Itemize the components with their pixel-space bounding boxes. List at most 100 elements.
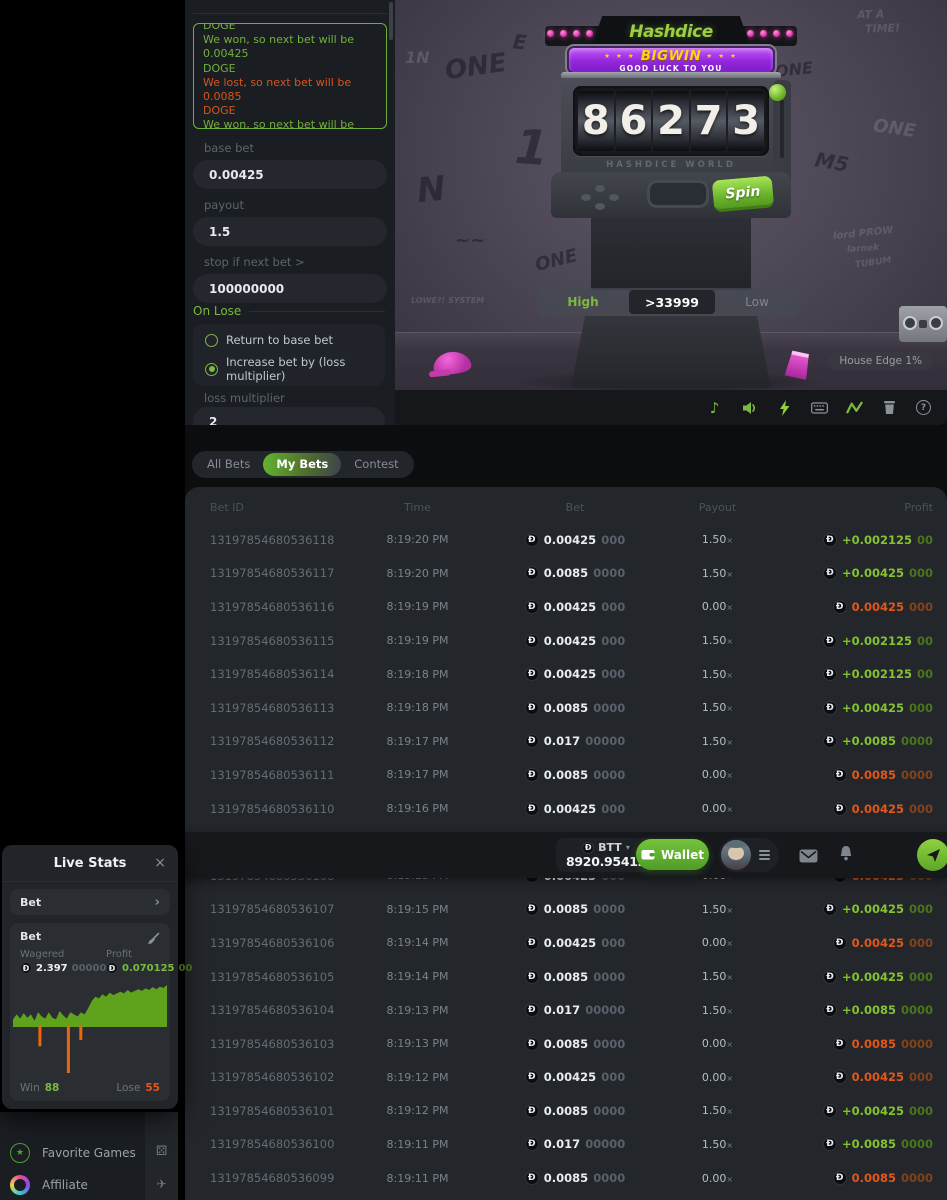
- table-row[interactable]: 13197854680536110 8:19:16 PM Ð0.00425000…: [185, 792, 947, 826]
- help-icon[interactable]: ?: [916, 400, 931, 415]
- high-button[interactable]: High: [537, 288, 629, 316]
- stats-mode-selector[interactable]: Bet ›: [10, 889, 170, 915]
- loss-multiplier-input[interactable]: 2: [193, 407, 385, 425]
- bet-id: 13197854680536101: [185, 1104, 355, 1118]
- table-row[interactable]: 13197854680536102 8:19:12 PM Ð0.00425000…: [185, 1061, 947, 1095]
- tab[interactable]: Contest: [341, 453, 411, 476]
- bet-profit: Ð+0.00425000: [765, 902, 947, 916]
- bet-id: 13197854680536111: [185, 768, 355, 782]
- graffiti-text: larnek: [847, 243, 880, 255]
- profile-block[interactable]: [719, 838, 779, 872]
- doge-coin-icon: Ð: [106, 962, 118, 974]
- bet-profit: Ð0.00850000: [765, 768, 947, 782]
- tab[interactable]: My Bets: [263, 453, 341, 476]
- bet-payout: 1.50×: [670, 668, 765, 681]
- doge-coin-icon: Ð: [525, 1003, 539, 1017]
- bet-controls-panel: DOGEWe won, so next bet will be 0.00425D…: [185, 0, 395, 425]
- bet-profit: Ð+0.00212500: [765, 533, 947, 547]
- table-row[interactable]: 13197854680536116 8:19:19 PM Ð0.00425000…: [185, 590, 947, 624]
- text-input[interactable]: 0.00425: [193, 160, 387, 189]
- table-row[interactable]: 13197854680536100 8:19:11 PM Ð0.01700000…: [185, 1128, 947, 1162]
- sound-icon[interactable]: [741, 399, 758, 416]
- keypad-dot: [609, 194, 619, 201]
- bet-payout: 1.50×: [670, 634, 765, 647]
- plane-icon[interactable]: ✈: [156, 1177, 166, 1191]
- low-button[interactable]: Low: [715, 288, 799, 316]
- spin-button[interactable]: Spin: [712, 175, 775, 212]
- table-row[interactable]: 13197854680536099 8:19:11 PM Ð0.00850000…: [185, 1161, 947, 1195]
- table-row[interactable]: 13197854680536107 8:19:15 PM Ð0.00850000…: [185, 893, 947, 927]
- trends-icon[interactable]: [846, 399, 863, 416]
- table-row[interactable]: 13197854680536117 8:19:20 PM Ð0.00850000…: [185, 557, 947, 591]
- tab[interactable]: All Bets: [194, 453, 263, 476]
- mail-icon[interactable]: [799, 848, 818, 867]
- boombox-deck: [919, 320, 927, 328]
- sidebar-item-affiliate[interactable]: Affiliate: [10, 1172, 88, 1198]
- bigwin-banner: ★ ★ ★ BIGWIN ★ ★ ★ GOOD LUCK TO YOU: [567, 46, 775, 74]
- keyboard-icon[interactable]: [811, 399, 828, 416]
- radio-option[interactable]: Increase bet by (loss multiplier): [205, 355, 373, 383]
- radio-option[interactable]: Return to base bet: [205, 333, 373, 347]
- scrollbar[interactable]: [389, 2, 393, 40]
- machine-pedestal: [591, 218, 751, 290]
- wallet-button[interactable]: Wallet: [636, 839, 709, 870]
- close-icon[interactable]: ×: [154, 855, 166, 871]
- bet-id: 13197854680536107: [185, 902, 355, 916]
- text-input[interactable]: 1.5: [193, 217, 387, 246]
- avatar[interactable]: [721, 840, 751, 870]
- graffiti-text: N: [415, 169, 447, 212]
- bet-amount: Ð0.00850000: [480, 701, 670, 715]
- table-row[interactable]: 13197854680536115 8:19:19 PM Ð0.00425000…: [185, 624, 947, 658]
- bet-amount: Ð0.01700000: [480, 1003, 670, 1017]
- live-stats-title: Live Stats: [2, 845, 178, 871]
- on-lose-section: On Lose: [193, 304, 385, 318]
- target-display[interactable]: >33999: [629, 290, 715, 314]
- table-row[interactable]: 13197854680536113 8:19:18 PM Ð0.00850000…: [185, 691, 947, 725]
- divider: [193, 13, 387, 14]
- house-edge-badge[interactable]: House Edge 1%: [828, 352, 933, 370]
- reel-digit: 2: [653, 91, 689, 151]
- table-row[interactable]: 13197854680536111 8:19:17 PM Ð0.00850000…: [185, 758, 947, 792]
- dice-icon[interactable]: ⚄: [156, 1144, 167, 1159]
- bet-id: 13197854680536113: [185, 701, 355, 715]
- table-row[interactable]: 13197854680536103 8:19:13 PM Ð0.00850000…: [185, 1027, 947, 1061]
- reel-digit: 6: [616, 91, 652, 151]
- table-row[interactable]: 13197854680536118 8:19:20 PM Ð0.00425000…: [185, 523, 947, 557]
- bet-payout: 1.50×: [670, 903, 765, 916]
- table-row[interactable]: 13197854680536114 8:19:18 PM Ð0.00425000…: [185, 657, 947, 691]
- lever-ball[interactable]: [769, 84, 786, 101]
- bet-profit: Ð+0.00850000: [765, 1137, 947, 1151]
- log-line: DOGE: [203, 104, 377, 118]
- chat-button[interactable]: [917, 839, 947, 871]
- table-row[interactable]: 13197854680536101 8:19:12 PM Ð0.00850000…: [185, 1094, 947, 1128]
- turbo-bolt-icon[interactable]: [776, 399, 793, 416]
- radio-label: Increase bet by (loss multiplier): [226, 355, 373, 383]
- trash-icon[interactable]: [881, 399, 898, 416]
- bet-id: 13197854680536106: [185, 936, 355, 950]
- bell-icon[interactable]: [838, 845, 854, 867]
- bet-time: 8:19:18 PM: [355, 701, 480, 714]
- marquee-dot: [760, 30, 767, 37]
- menu-icon[interactable]: [759, 850, 770, 860]
- bet-amount: Ð0.01700000: [480, 1137, 670, 1151]
- graffiti-text: ONE: [443, 48, 508, 86]
- table-row[interactable]: 13197854680536104 8:19:13 PM Ð0.01700000…: [185, 993, 947, 1027]
- sidebar-item-favorite-games[interactable]: ★ Favorite Games: [10, 1140, 136, 1166]
- music-icon[interactable]: ♪: [706, 399, 723, 416]
- marquee-dot: [573, 30, 580, 37]
- graffiti-text: M5: [813, 147, 850, 177]
- text-input[interactable]: 100000000: [193, 274, 387, 303]
- marquee-dots-left: [547, 30, 593, 37]
- reset-stats-icon[interactable]: [147, 930, 160, 949]
- graffiti-text: 1N: [405, 48, 430, 67]
- table-row[interactable]: 13197854680536106 8:19:14 PM Ð0.00425000…: [185, 926, 947, 960]
- bet-payout: 1.50×: [670, 1004, 765, 1017]
- bet-payout: 1.50×: [670, 735, 765, 748]
- table-row[interactable]: 13197854680536105 8:19:14 PM Ð0.00850000…: [185, 960, 947, 994]
- log-line: We lost, so next bet will be 0.0085: [203, 76, 377, 104]
- bet-id: 13197854680536099: [185, 1171, 355, 1185]
- graffiti-text: AT A: [857, 8, 885, 22]
- bet-amount: Ð0.00850000: [480, 768, 670, 782]
- bet-field: stop if next bet > 100000000: [193, 255, 387, 303]
- table-row[interactable]: 13197854680536112 8:19:17 PM Ð0.01700000…: [185, 725, 947, 759]
